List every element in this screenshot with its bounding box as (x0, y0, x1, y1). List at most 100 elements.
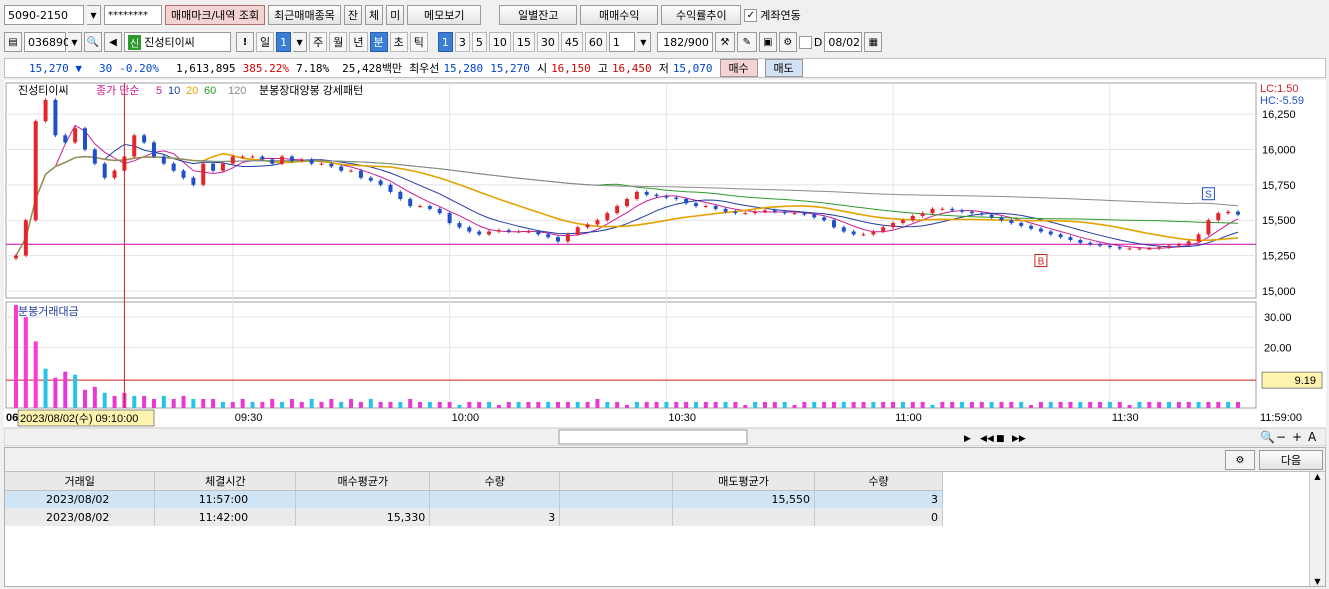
trade-mark-query-button[interactable]: 매매마크/내역 조회 (165, 5, 266, 25)
period-minute[interactable]: 분 (369, 32, 388, 52)
stock-name-label: 진성티이씨 (144, 36, 195, 49)
interval-45[interactable]: 45 (560, 32, 583, 52)
volume-bar (871, 401, 876, 408)
next-button[interactable]: 다음 (1259, 450, 1323, 470)
candle-body (1216, 213, 1221, 221)
cell-buy-avg: 15,330 (295, 508, 431, 526)
layout-icon[interactable]: ▤ (4, 32, 22, 52)
memo-button[interactable]: 메모보기 (407, 5, 482, 25)
interval-1[interactable]: 1 (437, 32, 453, 52)
volume-bar (881, 401, 886, 408)
price-tick-label: 15,000 (1262, 286, 1296, 298)
interval-60[interactable]: 60 (584, 32, 607, 52)
interval-10[interactable]: 10 (488, 32, 511, 52)
account-dropdown-icon[interactable]: ▼ (87, 5, 101, 25)
alert-icon[interactable]: ! (236, 32, 254, 52)
vertical-scrollbar[interactable]: ▲ ▼ (1309, 472, 1325, 586)
search-icon[interactable]: 🔍 (84, 32, 102, 52)
cell-buy-qty: 3 (429, 508, 561, 526)
return-trend-button[interactable]: 수익률추이 (661, 5, 742, 25)
table-row[interactable]: 2023/08/02 11:42:00 15,330 3 0 (5, 508, 943, 526)
volume-bar (1206, 401, 1211, 408)
period-second[interactable]: 초 (389, 32, 408, 52)
draw-tool-icon[interactable]: ✎ (736, 32, 757, 52)
unfilled-button[interactable]: 미 (386, 5, 405, 25)
volume-bar (289, 398, 294, 408)
interval-input[interactable]: 1 (608, 32, 635, 52)
account-link-checkbox[interactable]: ✓ (744, 8, 758, 22)
date-input[interactable]: 08/02 (824, 32, 863, 52)
candle-body (713, 206, 718, 209)
volume-bar (713, 401, 718, 408)
interval-30[interactable]: 30 (536, 32, 559, 52)
volume-bar (585, 401, 590, 408)
stock-code-input[interactable]: 036890 (24, 32, 70, 52)
volume-bar (1226, 401, 1231, 408)
date-checkbox[interactable] (798, 35, 812, 49)
scroll-up-icon[interactable]: ▲ (1310, 472, 1325, 481)
candle-body (1167, 245, 1172, 248)
code-dropdown-icon[interactable]: ▼ (68, 32, 82, 52)
candle-body (772, 210, 777, 212)
volume-bar (82, 389, 87, 408)
volume-bar (802, 401, 807, 408)
balance-button[interactable]: 잔 (343, 5, 363, 25)
period-year[interactable]: 년 (349, 32, 368, 52)
volume-value-label: 9.19 (1295, 375, 1316, 387)
candle-body (1206, 220, 1211, 235)
volume-bar (250, 401, 255, 408)
volume-bar (427, 401, 432, 408)
filled-button[interactable]: 체 (365, 5, 384, 25)
table-row[interactable]: 2023/08/02 11:57:00 15,550 3 (5, 490, 943, 508)
period-day-count[interactable]: 1 (276, 32, 292, 52)
save-icon[interactable]: ▣ (758, 32, 777, 52)
candle-body (1157, 247, 1162, 249)
price-chart[interactable]: 09:30 10:00 10:30 11:00 11:30 11:59:00 16,250 1… (4, 80, 1326, 446)
speaker-icon[interactable]: ◀ (104, 32, 122, 52)
period-tick[interactable]: 틱 (409, 32, 428, 52)
day-count-dropdown-icon[interactable]: ▼ (293, 32, 308, 52)
period-day[interactable]: 일 (256, 32, 275, 52)
volume-bar (969, 401, 974, 408)
scroll-down-icon[interactable]: ▼ (1310, 577, 1325, 586)
volume-bar (358, 401, 363, 408)
ask-price: 15,280 (443, 61, 484, 75)
daily-balance-button[interactable]: 일별잔고 (499, 5, 578, 25)
trade-profit-button[interactable]: 매매수익 (580, 5, 659, 25)
candle-body (1196, 234, 1201, 242)
volume-bar (1029, 404, 1034, 408)
interval-5[interactable]: 5 (471, 32, 487, 52)
volume-bar (900, 401, 905, 408)
calendar-icon[interactable]: ▦ (864, 32, 883, 52)
recent-stocks-button[interactable]: 최근매매종목 (268, 5, 341, 25)
col-blank (559, 472, 674, 491)
period-week[interactable]: 주 (309, 32, 328, 52)
buy-button[interactable]: 매수 (719, 59, 758, 77)
volume-bar (260, 401, 265, 408)
volume-bar (477, 401, 482, 408)
interval-dropdown-icon[interactable]: ▼ (636, 32, 651, 52)
cell-sell-avg (672, 508, 816, 526)
volume-bar (940, 401, 945, 408)
password-field[interactable]: ******** (104, 5, 162, 25)
settings-gear-icon[interactable]: ⚙ (1225, 450, 1255, 470)
gear-icon[interactable]: ⚙ (778, 32, 797, 52)
candle-body (309, 159, 314, 164)
volume-bar (1038, 401, 1043, 408)
volume-bar (634, 401, 639, 408)
account-select[interactable]: 5090-2150 (4, 5, 84, 25)
indicator-icon[interactable]: ⚒ (714, 32, 735, 52)
volume-bar (171, 398, 176, 408)
sell-button[interactable]: 매도 (764, 59, 803, 77)
volume-bar (664, 401, 669, 408)
volume-bar (1068, 401, 1073, 408)
data-count-input[interactable]: 182/900 (656, 32, 713, 52)
candle-body (211, 163, 216, 171)
period-month[interactable]: 월 (329, 32, 348, 52)
volume-bar (812, 401, 817, 408)
candle-body (782, 211, 787, 214)
volume-bar (822, 401, 827, 408)
interval-3[interactable]: 3 (454, 32, 470, 52)
interval-15[interactable]: 15 (512, 32, 535, 52)
volume-bar (841, 401, 846, 408)
